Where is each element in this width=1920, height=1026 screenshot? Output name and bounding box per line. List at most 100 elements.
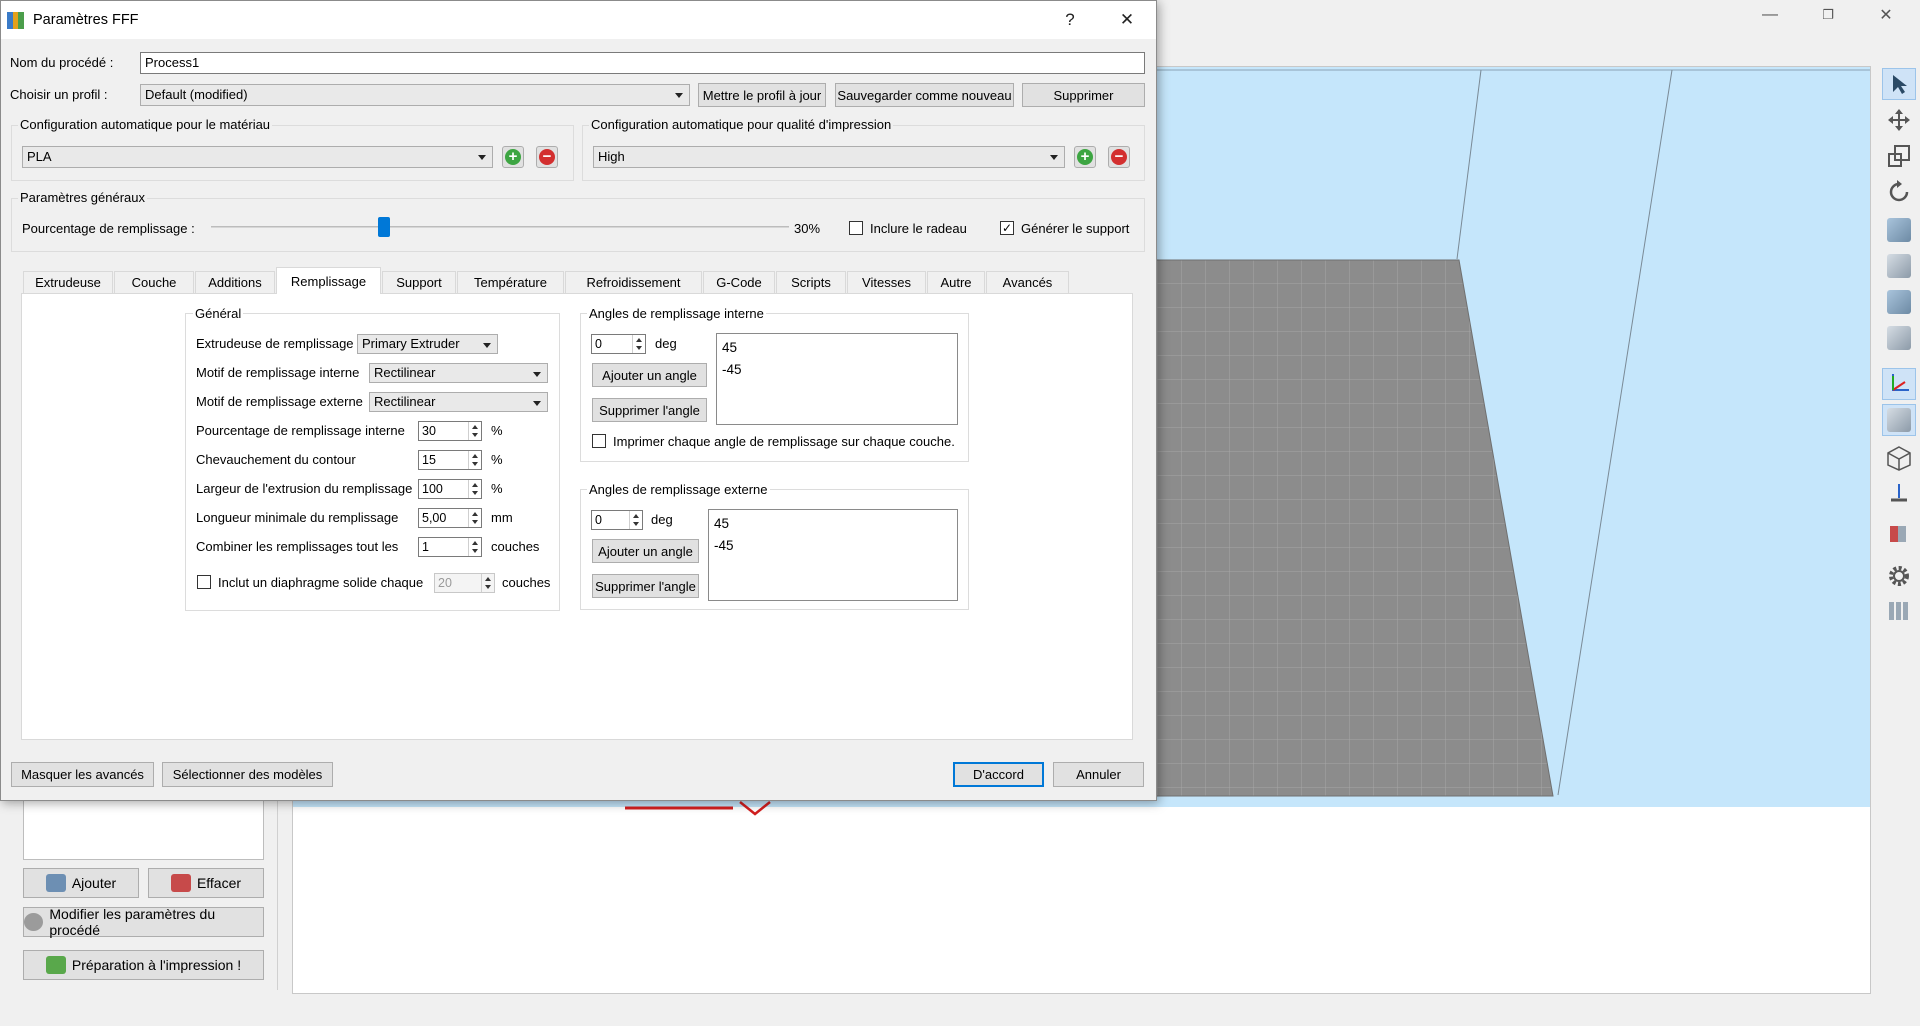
save-as-new-button[interactable]: Sauvegarder comme nouveau — [835, 83, 1014, 107]
infill-general-title: Général — [193, 306, 244, 321]
external-angles-title: Angles de remplissage externe — [587, 482, 770, 497]
internal-add-angle-button[interactable]: Ajouter un angle — [592, 363, 707, 387]
tab-avanc-s[interactable]: Avancés — [986, 271, 1069, 293]
move-icon — [1888, 109, 1910, 131]
cancel-button[interactable]: Annuler — [1053, 762, 1144, 787]
support-checkbox[interactable]: ✓ — [1000, 221, 1014, 235]
tab-refroidissement[interactable]: Refroidissement — [565, 271, 702, 293]
view-front-button[interactable] — [1882, 250, 1916, 282]
axes-icon — [1892, 374, 1909, 391]
cube-front-icon — [1887, 254, 1911, 278]
update-profile-button[interactable]: Mettre le profil à jour — [698, 83, 826, 107]
tab-autre[interactable]: Autre — [927, 271, 985, 293]
angle-list-item[interactable]: 45 — [722, 337, 952, 359]
dialog-titlebar[interactable]: Paramètres FFF ? ✕ — [1, 1, 1156, 39]
clear-button[interactable]: Effacer — [148, 868, 264, 898]
internal-angle-input[interactable]: 0 — [591, 334, 646, 354]
external-pattern-label: Motif de remplissage externe — [196, 394, 363, 409]
infill-slider-track[interactable] — [211, 226, 789, 228]
angle-list-item[interactable]: -45 — [722, 359, 952, 381]
hide-advanced-button[interactable]: Masquer les avancés — [11, 762, 154, 787]
external-angle-input[interactable]: 0 — [591, 510, 643, 530]
external-angle-unit: deg — [651, 512, 673, 527]
min-length-unit: mm — [491, 510, 513, 525]
tab-vitesses[interactable]: Vitesses — [847, 271, 926, 293]
wireframe-view-button[interactable] — [1882, 442, 1916, 474]
remove-material-button[interactable]: − — [536, 146, 558, 168]
infill-extruder-select[interactable]: Primary Extruder — [357, 334, 498, 354]
delete-profile-button[interactable]: Supprimer — [1022, 83, 1145, 107]
cube-shaded-icon — [1887, 408, 1911, 432]
view-iso-button[interactable] — [1882, 214, 1916, 246]
wireframe-cube-icon — [1887, 446, 1911, 471]
external-remove-angle-button[interactable]: Supprimer l'angle — [592, 574, 699, 598]
add-material-button[interactable]: + — [502, 146, 524, 168]
tab-scripts[interactable]: Scripts — [776, 271, 846, 293]
tab-support[interactable]: Support — [382, 271, 456, 293]
bed-level-button[interactable] — [1882, 478, 1916, 510]
minimize-button[interactable]: — — [1741, 0, 1799, 30]
tab-couche[interactable]: Couche — [114, 271, 194, 293]
internal-angle-list[interactable]: 45 -45 — [716, 333, 958, 425]
select-tool-button[interactable] — [1882, 68, 1916, 100]
close-window-button[interactable]: ✕ — [1857, 0, 1915, 30]
select-models-button[interactable]: Sélectionner des modèles — [162, 762, 333, 787]
print-each-angle-checkbox[interactable] — [592, 434, 606, 448]
shaded-view-button[interactable] — [1882, 404, 1916, 436]
internal-pattern-select[interactable]: Rectilinear — [369, 363, 548, 383]
diaphragm-label: Inclut un diaphragme solide chaque — [218, 575, 424, 590]
infill-slider-thumb[interactable] — [378, 217, 391, 237]
axes-toggle-button[interactable] — [1882, 368, 1916, 400]
minus-icon: − — [1111, 149, 1127, 165]
prepare-print-button[interactable]: Préparation à l'impression ! — [23, 950, 264, 980]
cross-section-button[interactable] — [1882, 518, 1916, 550]
tab-additions[interactable]: Additions — [195, 271, 275, 293]
scale-tool-button[interactable] — [1882, 140, 1916, 172]
raft-checkbox[interactable] — [849, 221, 863, 235]
angle-list-item[interactable]: -45 — [714, 535, 952, 557]
rotate-tool-button[interactable] — [1882, 176, 1916, 208]
extrusion-width-input[interactable]: 100 — [418, 479, 482, 499]
combine-input[interactable]: 1 — [418, 537, 482, 557]
tab-g-code[interactable]: G-Code — [703, 271, 775, 293]
infill-percentage-label: Pourcentage de remplissage : — [22, 221, 195, 236]
internal-remove-angle-button[interactable]: Supprimer l'angle — [592, 398, 707, 422]
view-toolbar — [1876, 62, 1920, 1002]
simplify3d-logo-icon — [7, 11, 25, 29]
ok-button[interactable]: D'accord — [953, 762, 1044, 787]
cube-top-icon — [1887, 290, 1911, 314]
edit-process-button[interactable]: Modifier les paramètres du procédé — [23, 906, 264, 938]
tab-remplissage[interactable]: Remplissage — [276, 267, 381, 294]
material-select[interactable]: PLA — [22, 146, 493, 168]
maximize-button[interactable]: ❐ — [1799, 0, 1857, 30]
clear-process-icon — [170, 874, 191, 892]
external-add-angle-button[interactable]: Ajouter un angle — [592, 539, 699, 563]
combine-unit: couches — [491, 539, 540, 554]
quality-select[interactable]: High — [593, 146, 1065, 168]
internal-percentage-input[interactable]: 30 — [418, 421, 482, 441]
add-process-icon — [45, 874, 66, 892]
help-button[interactable]: ? — [1047, 1, 1093, 39]
diaphragm-checkbox[interactable] — [197, 575, 211, 589]
move-tool-button[interactable] — [1882, 104, 1916, 136]
close-dialog-button[interactable]: ✕ — [1104, 1, 1150, 39]
process-name-input[interactable]: Process1 — [140, 52, 1145, 74]
external-angle-list[interactable]: 45 -45 — [708, 509, 958, 601]
dialog-title: Paramètres FFF — [33, 12, 139, 28]
overlap-input[interactable]: 15 — [418, 450, 482, 470]
machine-button[interactable] — [1882, 596, 1916, 628]
external-pattern-select[interactable]: Rectilinear — [369, 392, 548, 412]
view-top-button[interactable] — [1882, 286, 1916, 318]
tab-temp-rature[interactable]: Température — [457, 271, 564, 293]
settings-button[interactable] — [1882, 560, 1916, 592]
min-length-input[interactable]: 5,00 — [418, 508, 482, 528]
angle-list-item[interactable]: 45 — [714, 513, 952, 535]
remove-quality-button[interactable]: − — [1108, 146, 1130, 168]
tab-extrudeuse[interactable]: Extrudeuse — [23, 271, 113, 293]
add-button[interactable]: Ajouter — [23, 868, 139, 898]
print-each-angle-label: Imprimer chaque angle de remplissage sur… — [613, 434, 955, 449]
view-side-button[interactable] — [1882, 322, 1916, 354]
add-quality-button[interactable]: + — [1074, 146, 1096, 168]
profile-select[interactable]: Default (modified) — [140, 84, 690, 106]
diaphragm-input: 20 — [434, 573, 495, 593]
